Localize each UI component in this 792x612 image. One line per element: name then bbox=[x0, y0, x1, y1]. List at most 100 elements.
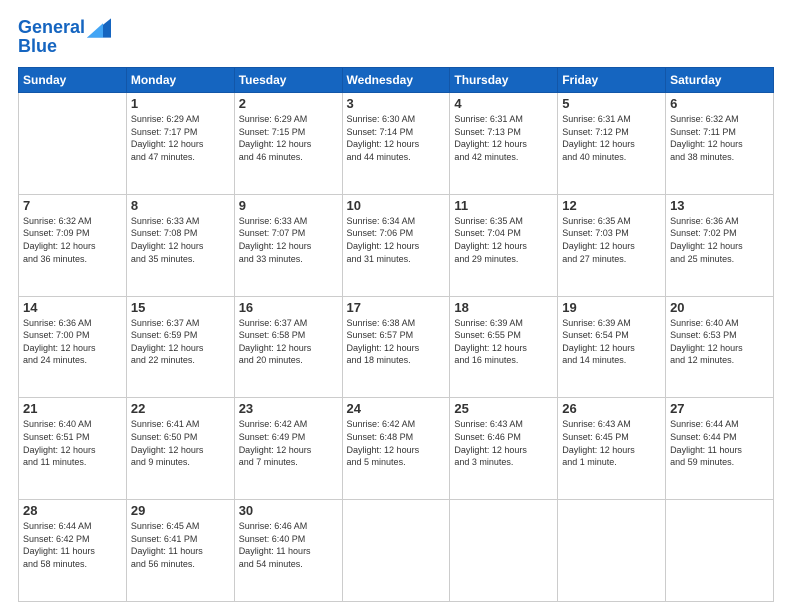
day-info: Sunrise: 6:41 AM Sunset: 6:50 PM Dayligh… bbox=[131, 418, 230, 468]
day-number: 7 bbox=[23, 198, 122, 213]
day-info: Sunrise: 6:35 AM Sunset: 7:03 PM Dayligh… bbox=[562, 215, 661, 265]
day-number: 24 bbox=[347, 401, 446, 416]
calendar-day-cell: 15 Sunrise: 6:37 AM Sunset: 6:59 PM Dayli… bbox=[126, 296, 234, 398]
calendar-day-cell: 7 Sunrise: 6:32 AM Sunset: 7:09 PM Daylig… bbox=[19, 194, 127, 296]
calendar-day-cell: 25Sunrise: 6:43 AM Sunset: 6:46 PM Dayli… bbox=[450, 398, 558, 500]
day-number: 1 bbox=[131, 96, 230, 111]
day-number: 20 bbox=[670, 300, 769, 315]
day-number: 30 bbox=[239, 503, 338, 518]
day-info: Sunrise: 6:44 AM Sunset: 6:42 PM Dayligh… bbox=[23, 520, 122, 570]
calendar-day-cell: 9 Sunrise: 6:33 AM Sunset: 7:07 PM Daylig… bbox=[234, 194, 342, 296]
calendar-header-row: SundayMondayTuesdayWednesdayThursdayFrid… bbox=[19, 68, 774, 93]
weekday-header: Monday bbox=[126, 68, 234, 93]
day-number: 12 bbox=[562, 198, 661, 213]
day-number: 23 bbox=[239, 401, 338, 416]
day-number: 4 bbox=[454, 96, 553, 111]
calendar-day-cell: 21 Sunrise: 6:40 AM Sunset: 6:51 PM Dayli… bbox=[19, 398, 127, 500]
day-info: Sunrise: 6:35 AM Sunset: 7:04 PM Dayligh… bbox=[454, 215, 553, 265]
day-info: Sunrise: 6:31 AM Sunset: 7:12 PM Dayligh… bbox=[562, 113, 661, 163]
calendar-day-cell: 26 Sunrise: 6:43 AM Sunset: 6:45 PM Dayli… bbox=[558, 398, 666, 500]
day-info: Sunrise: 6:30 AM Sunset: 7:14 PM Dayligh… bbox=[347, 113, 446, 163]
logo-icon bbox=[87, 18, 111, 38]
calendar-day-cell: 3 Sunrise: 6:30 AM Sunset: 7:14 PM Daylig… bbox=[342, 93, 450, 195]
calendar-day-cell bbox=[342, 500, 450, 602]
header: General Blue bbox=[18, 18, 774, 57]
day-info: Sunrise: 6:32 AM Sunset: 7:09 PM Dayligh… bbox=[23, 215, 122, 265]
day-number: 27 bbox=[670, 401, 769, 416]
calendar-day-cell: 22Sunrise: 6:41 AM Sunset: 6:50 PM Dayli… bbox=[126, 398, 234, 500]
day-info: Sunrise: 6:39 AM Sunset: 6:54 PM Dayligh… bbox=[562, 317, 661, 367]
day-info: Sunrise: 6:39 AM Sunset: 6:55 PM Dayligh… bbox=[454, 317, 553, 367]
calendar-day-cell bbox=[666, 500, 774, 602]
calendar-day-cell: 6 Sunrise: 6:32 AM Sunset: 7:11 PM Daylig… bbox=[666, 93, 774, 195]
page: General Blue SundayMondayTuesdayWednesda… bbox=[0, 0, 792, 612]
calendar-day-cell: 14Sunrise: 6:36 AM Sunset: 7:00 PM Dayli… bbox=[19, 296, 127, 398]
calendar-week-row: 1 Sunrise: 6:29 AM Sunset: 7:17 PM Daylig… bbox=[19, 93, 774, 195]
day-info: Sunrise: 6:34 AM Sunset: 7:06 PM Dayligh… bbox=[347, 215, 446, 265]
day-number: 9 bbox=[239, 198, 338, 213]
day-info: Sunrise: 6:44 AM Sunset: 6:44 PM Dayligh… bbox=[670, 418, 769, 468]
day-info: Sunrise: 6:29 AM Sunset: 7:17 PM Dayligh… bbox=[131, 113, 230, 163]
calendar-day-cell: 8 Sunrise: 6:33 AM Sunset: 7:08 PM Daylig… bbox=[126, 194, 234, 296]
weekday-header: Wednesday bbox=[342, 68, 450, 93]
calendar-week-row: 7 Sunrise: 6:32 AM Sunset: 7:09 PM Daylig… bbox=[19, 194, 774, 296]
calendar-day-cell bbox=[558, 500, 666, 602]
day-info: Sunrise: 6:36 AM Sunset: 7:02 PM Dayligh… bbox=[670, 215, 769, 265]
calendar-day-cell: 12 Sunrise: 6:35 AM Sunset: 7:03 PM Dayli… bbox=[558, 194, 666, 296]
day-number: 16 bbox=[239, 300, 338, 315]
day-number: 2 bbox=[239, 96, 338, 111]
calendar-day-cell: 27 Sunrise: 6:44 AM Sunset: 6:44 PM Dayli… bbox=[666, 398, 774, 500]
calendar-week-row: 21 Sunrise: 6:40 AM Sunset: 6:51 PM Dayli… bbox=[19, 398, 774, 500]
day-number: 6 bbox=[670, 96, 769, 111]
day-number: 18 bbox=[454, 300, 553, 315]
day-number: 5 bbox=[562, 96, 661, 111]
calendar-day-cell: 10 Sunrise: 6:34 AM Sunset: 7:06 PM Dayli… bbox=[342, 194, 450, 296]
logo: General Blue bbox=[18, 18, 111, 57]
day-info: Sunrise: 6:37 AM Sunset: 6:58 PM Dayligh… bbox=[239, 317, 338, 367]
logo-text-general: General bbox=[18, 18, 85, 38]
day-info: Sunrise: 6:33 AM Sunset: 7:08 PM Dayligh… bbox=[131, 215, 230, 265]
day-number: 11 bbox=[454, 198, 553, 213]
calendar-day-cell: 30 Sunrise: 6:46 AM Sunset: 6:40 PM Dayli… bbox=[234, 500, 342, 602]
calendar-day-cell: 17 Sunrise: 6:38 AM Sunset: 6:57 PM Dayli… bbox=[342, 296, 450, 398]
calendar-day-cell: 1 Sunrise: 6:29 AM Sunset: 7:17 PM Daylig… bbox=[126, 93, 234, 195]
calendar-day-cell: 2 Sunrise: 6:29 AM Sunset: 7:15 PM Daylig… bbox=[234, 93, 342, 195]
day-info: Sunrise: 6:46 AM Sunset: 6:40 PM Dayligh… bbox=[239, 520, 338, 570]
calendar-week-row: 28 Sunrise: 6:44 AM Sunset: 6:42 PM Dayli… bbox=[19, 500, 774, 602]
day-info: Sunrise: 6:33 AM Sunset: 7:07 PM Dayligh… bbox=[239, 215, 338, 265]
calendar-day-cell: 24 Sunrise: 6:42 AM Sunset: 6:48 PM Dayli… bbox=[342, 398, 450, 500]
day-number: 8 bbox=[131, 198, 230, 213]
calendar-table: SundayMondayTuesdayWednesdayThursdayFrid… bbox=[18, 67, 774, 602]
day-number: 14 bbox=[23, 300, 122, 315]
weekday-header: Thursday bbox=[450, 68, 558, 93]
calendar-week-row: 14Sunrise: 6:36 AM Sunset: 7:00 PM Dayli… bbox=[19, 296, 774, 398]
day-number: 15 bbox=[131, 300, 230, 315]
calendar-day-cell: 13Sunrise: 6:36 AM Sunset: 7:02 PM Dayli… bbox=[666, 194, 774, 296]
day-info: Sunrise: 6:32 AM Sunset: 7:11 PM Dayligh… bbox=[670, 113, 769, 163]
calendar-day-cell: 28 Sunrise: 6:44 AM Sunset: 6:42 PM Dayli… bbox=[19, 500, 127, 602]
weekday-header: Tuesday bbox=[234, 68, 342, 93]
day-number: 21 bbox=[23, 401, 122, 416]
day-info: Sunrise: 6:31 AM Sunset: 7:13 PM Dayligh… bbox=[454, 113, 553, 163]
day-info: Sunrise: 6:37 AM Sunset: 6:59 PM Dayligh… bbox=[131, 317, 230, 367]
day-info: Sunrise: 6:29 AM Sunset: 7:15 PM Dayligh… bbox=[239, 113, 338, 163]
day-number: 29 bbox=[131, 503, 230, 518]
day-info: Sunrise: 6:43 AM Sunset: 6:45 PM Dayligh… bbox=[562, 418, 661, 468]
day-number: 26 bbox=[562, 401, 661, 416]
calendar-day-cell: 11 Sunrise: 6:35 AM Sunset: 7:04 PM Dayli… bbox=[450, 194, 558, 296]
calendar-day-cell: 18 Sunrise: 6:39 AM Sunset: 6:55 PM Dayli… bbox=[450, 296, 558, 398]
day-number: 17 bbox=[347, 300, 446, 315]
logo-text-blue: Blue bbox=[18, 36, 111, 57]
day-number: 10 bbox=[347, 198, 446, 213]
day-number: 28 bbox=[23, 503, 122, 518]
calendar-day-cell: 5 Sunrise: 6:31 AM Sunset: 7:12 PM Daylig… bbox=[558, 93, 666, 195]
calendar-day-cell: 19Sunrise: 6:39 AM Sunset: 6:54 PM Dayli… bbox=[558, 296, 666, 398]
day-info: Sunrise: 6:38 AM Sunset: 6:57 PM Dayligh… bbox=[347, 317, 446, 367]
day-info: Sunrise: 6:40 AM Sunset: 6:51 PM Dayligh… bbox=[23, 418, 122, 468]
day-info: Sunrise: 6:42 AM Sunset: 6:48 PM Dayligh… bbox=[347, 418, 446, 468]
day-number: 3 bbox=[347, 96, 446, 111]
calendar-day-cell: 29Sunrise: 6:45 AM Sunset: 6:41 PM Dayli… bbox=[126, 500, 234, 602]
calendar-day-cell bbox=[450, 500, 558, 602]
day-info: Sunrise: 6:40 AM Sunset: 6:53 PM Dayligh… bbox=[670, 317, 769, 367]
weekday-header: Saturday bbox=[666, 68, 774, 93]
